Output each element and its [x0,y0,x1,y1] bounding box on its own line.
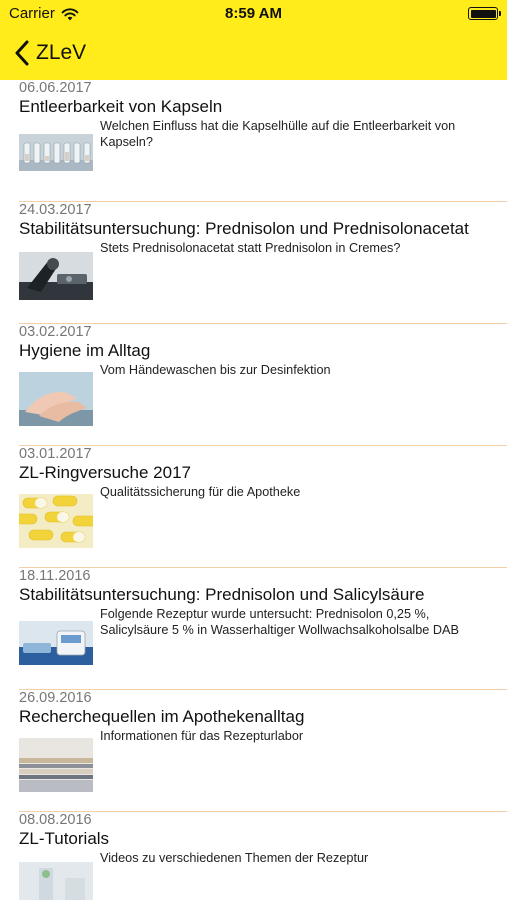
list-item[interactable]: 26.09.2016 Recherchequellen im Apotheken… [0,690,507,812]
status-bar: Carrier 8:59 AM [0,0,507,28]
battery-icon [468,7,501,20]
article-thumbnail [19,738,93,792]
article-description: Qualitätssicherung für die Apotheke [100,485,301,499]
back-button[interactable]: ZLeV [14,37,86,69]
article-thumbnail [19,862,93,900]
navigation-bar: ZLeV [0,28,507,80]
article-thumbnail [19,372,93,426]
top-bar: Carrier 8:59 AM ZLeV [0,0,507,80]
article-description: Videos zu verschiedenen Themen der Rezep… [100,851,369,865]
article-date: 26.09.2016 [19,690,92,706]
article-title: Entleerbarkeit von Kapseln [19,97,223,116]
article-date: 06.06.2017 [19,80,92,96]
article-title: Stabilitätsuntersuchung: Prednisolon und… [19,585,425,604]
article-date: 08.08.2016 [19,812,92,828]
article-title: Hygiene im Alltag [19,341,151,360]
article-description: Vom Händewaschen bis zur Desinfektion [100,363,331,377]
article-thumbnail [19,134,93,171]
list-item[interactable]: 24.03.2017 Stabilitätsuntersuchung: Pred… [0,202,507,324]
list-item[interactable]: 03.01.2017 ZL-Ringversuche 2017 Qualität… [0,446,507,568]
article-thumbnail [19,252,93,300]
article-description: Informationen für das Rezepturlabor [100,729,304,743]
article-date: 03.01.2017 [19,446,92,462]
list-item[interactable]: 06.06.2017 Entleerbarkeit von Kapseln We… [0,80,507,202]
article-title: Recherchequellen im Apothekenalltag [19,707,305,726]
article-description: Folgende Rezeptur wurde untersucht: Pred… [100,607,459,637]
article-date: 24.03.2017 [19,202,92,218]
article-title: ZL-Tutorials [19,829,110,848]
list-item[interactable]: 08.08.2016 ZL-Tutorials Videos zu versch… [0,812,507,900]
article-title: ZL-Ringversuche 2017 [19,463,191,482]
article-list[interactable]: 06.06.2017 Entleerbarkeit von Kapseln We… [0,80,507,900]
article-description: Stets Prednisolonacetat statt Prednisolo… [100,241,401,255]
status-time: 8:59 AM [225,5,282,22]
article-date: 18.11.2016 [19,568,91,584]
article-date: 03.02.2017 [19,324,92,340]
article-thumbnail [19,494,93,548]
chevron-left-icon [15,40,29,66]
article-title: Stabilitätsuntersuchung: Prednisolon und… [19,219,469,238]
list-item[interactable]: 03.02.2017 Hygiene im Alltag Vom Händewa… [0,324,507,446]
list-item[interactable]: 18.11.2016 Stabilitätsuntersuchung: Pred… [0,568,507,690]
article-thumbnail [19,621,93,665]
back-button-label: ZLeV [36,41,87,64]
article-description: Welchen Einfluss hat die Kapselhülle auf… [100,119,456,149]
